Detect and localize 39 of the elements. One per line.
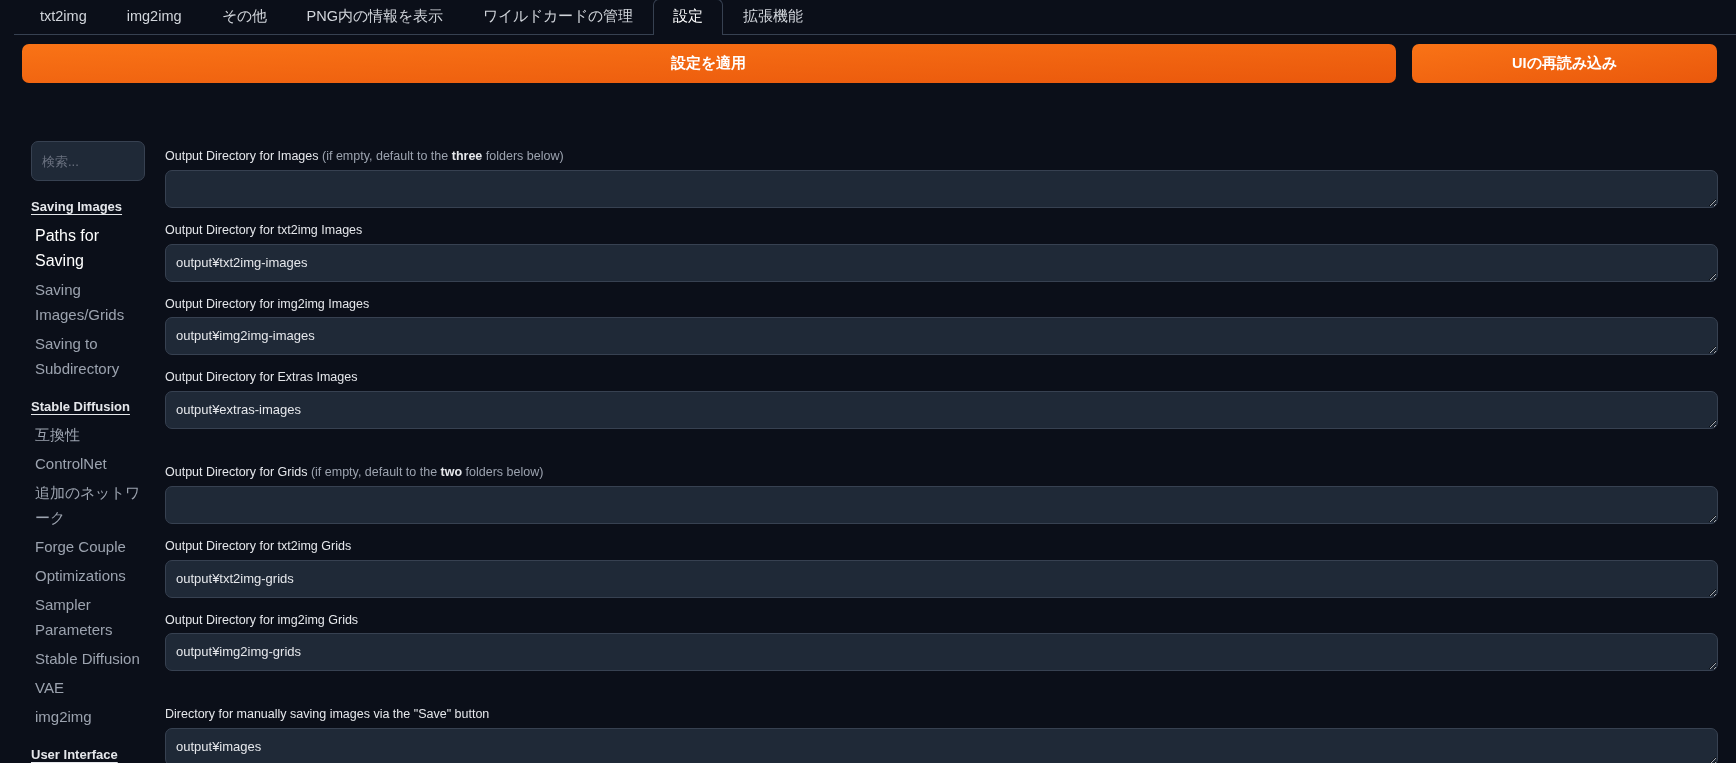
text-field[interactable]: output¥img2img-grids [165,633,1718,672]
field-label: Output Directory for txt2img Grids [165,537,353,555]
sidebar-item[interactable]: 追加のネットワーク [35,480,145,530]
text-field[interactable] [165,169,1718,208]
tab[interactable]: 設定 [652,0,723,35]
field-label: Output Directory for Images (if empty, default to the three folders below) [165,148,565,165]
text-field[interactable] [165,485,1718,524]
sidebar-item[interactable]: Paths for Saving [35,222,145,273]
text-field[interactable]: output¥images [165,728,1718,763]
tab[interactable]: ワイルドカードの管理 [462,0,653,35]
text-field[interactable]: output¥txt2img-grids [165,559,1718,598]
field-label: Output Directory for img2img Grids [165,611,360,629]
tab[interactable]: img2img [106,0,202,35]
tab[interactable]: txt2img [20,0,107,35]
sidebar-item[interactable]: ControlNet [35,451,145,476]
text-field[interactable]: output¥txt2img-images [165,243,1718,282]
sidebar-item[interactable]: Stable Diffusion [35,646,145,671]
field-label: Output Directory for img2img Images [165,295,371,313]
field-label: Output Directory for txt2img Images [165,221,364,239]
field-label: Output Directory for Grids (if empty, default to the two folders below) [165,464,545,481]
text-field[interactable]: output¥img2img-images [165,317,1718,356]
text-field[interactable]: output¥extras-images [165,391,1718,429]
tab[interactable]: 拡張機能 [722,0,823,35]
sidebar-item[interactable]: VAE [35,675,145,700]
sidebar-heading[interactable]: Stable Diffusion [31,396,158,416]
sidebar-item[interactable]: img2img [35,704,145,729]
sidebar-item[interactable]: Forge Couple [35,534,145,559]
sidebar-item[interactable]: Optimizations [35,563,145,588]
sidebar-heading[interactable]: Saving Images [31,197,158,217]
field-label: Output Directory for Extras Images [165,369,359,387]
sidebar-item[interactable]: Saving to Subdirectory [35,330,145,381]
search-field[interactable]: 検索... [31,141,145,181]
sidebar-item[interactable]: Sampler Parameters [35,592,145,642]
field-label: Directory for manually saving images via the "Save" button [165,706,491,724]
tab[interactable]: その他 [201,0,287,35]
tab[interactable]: PNG内の情報を表示 [286,0,463,35]
sidebar-item[interactable]: 互換性 [35,422,145,447]
sidebar-heading[interactable]: User Interface [31,745,158,763]
sidebar-item[interactable]: Saving Images/Grids [35,276,145,327]
